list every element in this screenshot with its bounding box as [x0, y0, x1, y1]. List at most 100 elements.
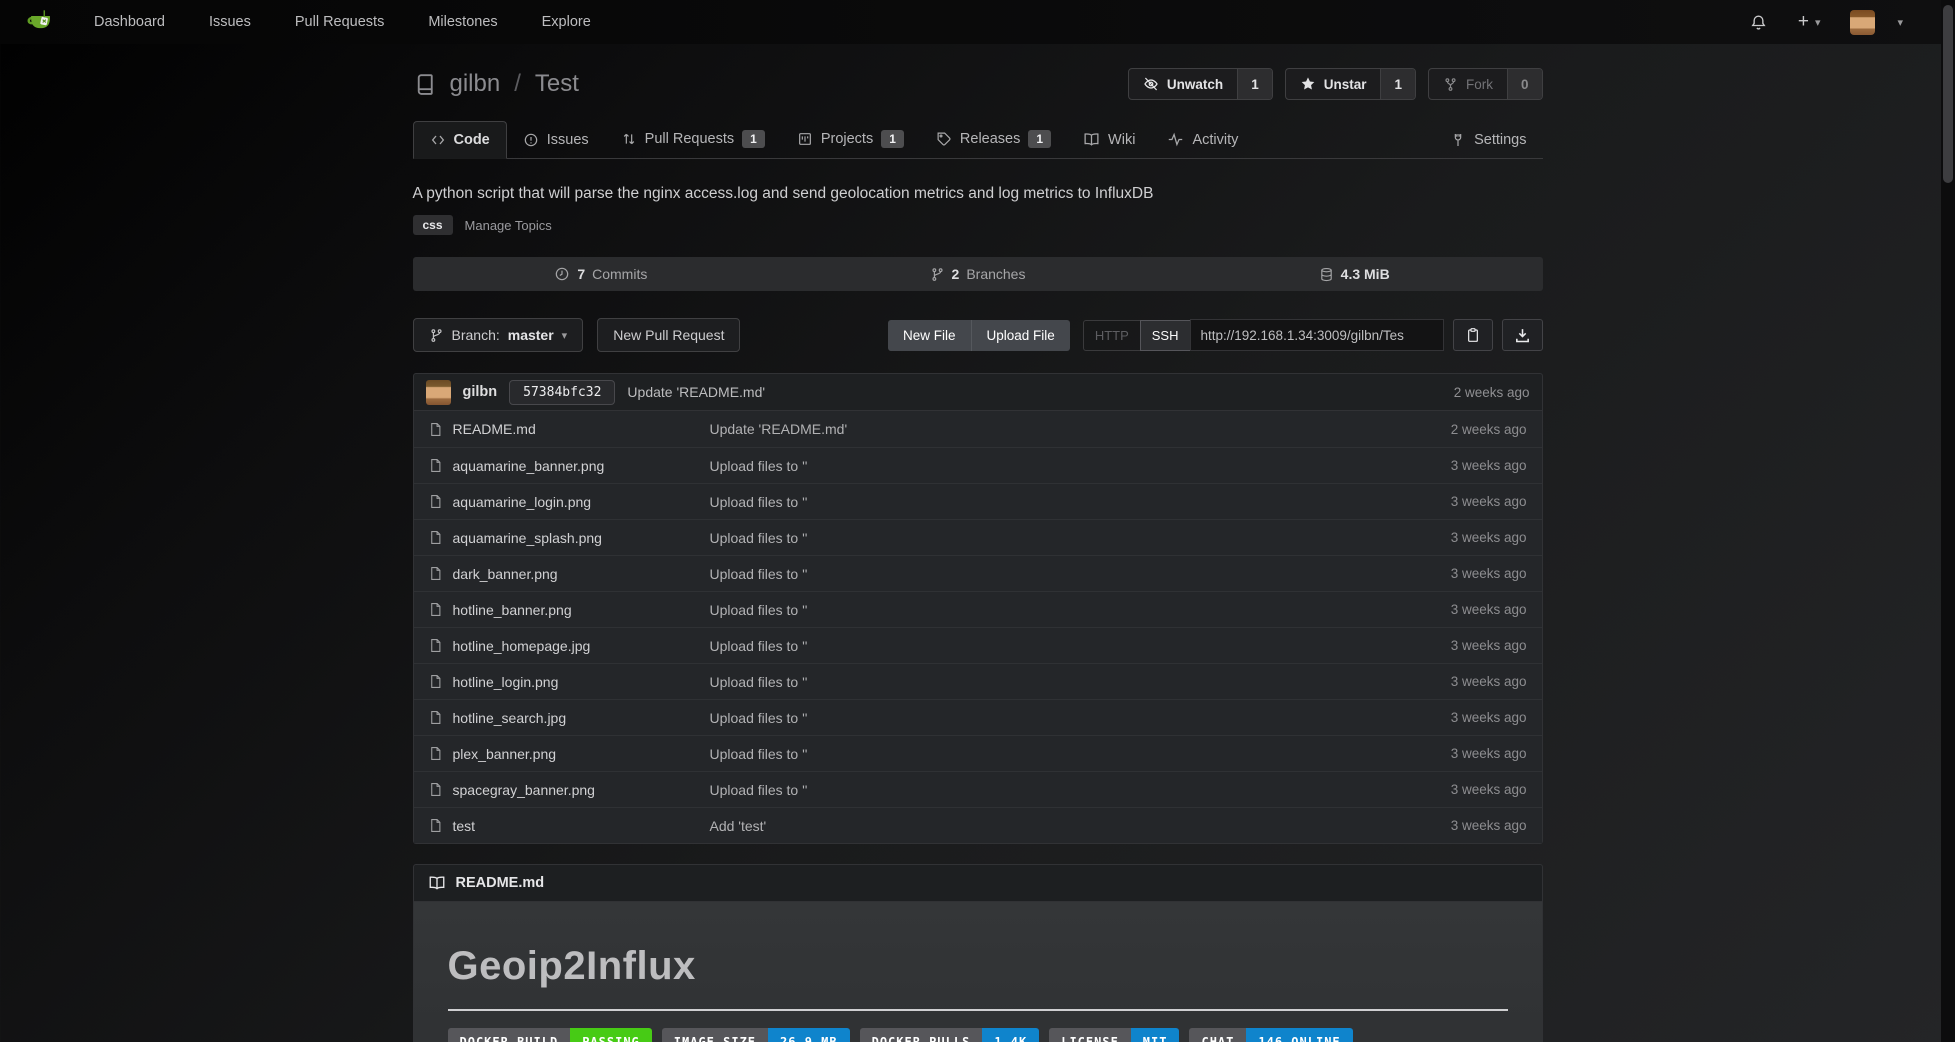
page-scrollbar[interactable]	[1941, 0, 1955, 1042]
unwatch-button[interactable]: Unwatch 1	[1128, 68, 1273, 100]
nav-milestones[interactable]: Milestones	[428, 14, 497, 30]
file-name-link[interactable]: hotline_login.png	[453, 674, 559, 690]
new-pull-request-button[interactable]: New Pull Request	[597, 318, 740, 352]
manage-topics-link[interactable]: Manage Topics	[465, 218, 552, 233]
file-commit-message[interactable]: Upload files to ''	[710, 458, 1451, 474]
file-commit-message[interactable]: Update 'README.md'	[710, 421, 1451, 437]
open-book-icon	[428, 874, 446, 892]
tab-activity[interactable]: Activity	[1151, 121, 1254, 158]
file-name-link[interactable]: test	[453, 818, 476, 834]
nav-pull-requests[interactable]: Pull Requests	[295, 14, 384, 30]
table-row[interactable]: dark_banner.png Upload files to '' 3 wee…	[414, 555, 1542, 591]
repo-name-link[interactable]: Test	[535, 70, 579, 98]
repo-owner-link[interactable]: gilbn	[450, 70, 501, 98]
table-row[interactable]: hotline_homepage.jpg Upload files to '' …	[414, 627, 1542, 663]
file-commit-message[interactable]: Upload files to ''	[710, 530, 1451, 546]
fork-button[interactable]: Fork 0	[1428, 68, 1543, 100]
star-count[interactable]: 1	[1380, 69, 1415, 99]
file-commit-message[interactable]: Upload files to ''	[710, 566, 1451, 582]
branch-icon	[930, 267, 945, 282]
table-row[interactable]: aquamarine_splash.png Upload files to ''…	[414, 519, 1542, 555]
table-row[interactable]: hotline_search.jpg Upload files to '' 3 …	[414, 699, 1542, 735]
badge-value: 146 ONLINE	[1246, 1028, 1352, 1042]
image-size-badge[interactable]: IMAGE SIZE 26.9 MB	[662, 1028, 850, 1042]
commit-message-link[interactable]: Update 'README.md'	[627, 384, 765, 400]
copy-clone-url-button[interactable]	[1453, 319, 1493, 351]
repo-size-stat[interactable]: 4.3 MiB	[1166, 266, 1543, 282]
nav-issues[interactable]: Issues	[209, 14, 251, 30]
chat-badge[interactable]: CHAT 146 ONLINE	[1189, 1028, 1352, 1042]
badge-value: MIT	[1131, 1028, 1180, 1042]
file-name-link[interactable]: aquamarine_splash.png	[453, 530, 602, 546]
license-badge[interactable]: LICENSE MIT	[1049, 1028, 1179, 1042]
http-protocol-button[interactable]: HTTP	[1083, 320, 1141, 351]
nav-dashboard[interactable]: Dashboard	[94, 14, 165, 30]
file-commit-time: 3 weeks ago	[1451, 638, 1542, 653]
file-name-link[interactable]: hotline_banner.png	[453, 602, 572, 618]
notifications-bell-icon[interactable]	[1749, 13, 1768, 32]
branches-stat[interactable]: 2 Branches	[789, 266, 1166, 282]
table-row[interactable]: test Add 'test' 3 weeks ago	[414, 807, 1542, 843]
wrench-icon	[1450, 132, 1466, 148]
user-avatar	[1850, 10, 1875, 35]
table-row[interactable]: aquamarine_login.png Upload files to '' …	[414, 483, 1542, 519]
tab-releases[interactable]: Releases 1	[920, 120, 1067, 158]
file-name-link[interactable]: aquamarine_banner.png	[453, 458, 605, 474]
ssh-protocol-button[interactable]: SSH	[1140, 320, 1191, 351]
file-name-link[interactable]: aquamarine_login.png	[453, 494, 592, 510]
table-row[interactable]: README.md Update 'README.md' 2 weeks ago	[414, 411, 1542, 447]
unstar-button[interactable]: Unstar 1	[1285, 68, 1416, 100]
readme-header-title: README.md	[456, 875, 545, 891]
file-commit-message[interactable]: Upload files to ''	[710, 782, 1451, 798]
new-file-button[interactable]: New File	[888, 320, 971, 351]
table-row[interactable]: hotline_banner.png Upload files to '' 3 …	[414, 591, 1542, 627]
commits-stat[interactable]: 7 Commits	[413, 266, 790, 282]
table-row[interactable]: hotline_login.png Upload files to '' 3 w…	[414, 663, 1542, 699]
file-name-link[interactable]: hotline_homepage.jpg	[453, 638, 591, 654]
file-name-link[interactable]: spacegray_banner.png	[453, 782, 595, 798]
file-name-link[interactable]: README.md	[453, 421, 536, 437]
tab-code[interactable]: Code	[413, 121, 507, 159]
file-commit-message[interactable]: Upload files to ''	[710, 494, 1451, 510]
file-icon	[428, 494, 443, 509]
docker-pulls-badge[interactable]: DOCKER PULLS 1.4K	[860, 1028, 1040, 1042]
file-name-link[interactable]: hotline_search.jpg	[453, 710, 567, 726]
create-new-dropdown[interactable]: + ▾	[1798, 11, 1821, 33]
navbar-right-group: + ▾ ▾	[1749, 10, 1929, 35]
file-commit-message[interactable]: Upload files to ''	[710, 638, 1451, 654]
file-commit-message[interactable]: Upload files to ''	[710, 710, 1451, 726]
nav-explore[interactable]: Explore	[542, 14, 591, 30]
watch-count[interactable]: 1	[1237, 69, 1272, 99]
commit-author-avatar[interactable]	[426, 380, 451, 405]
table-row[interactable]: spacegray_banner.png Upload files to '' …	[414, 771, 1542, 807]
tab-settings[interactable]: Settings	[1434, 122, 1542, 158]
gitea-logo-icon[interactable]	[26, 9, 56, 36]
table-row[interactable]: plex_banner.png Upload files to '' 3 wee…	[414, 735, 1542, 771]
file-name-link[interactable]: plex_banner.png	[453, 746, 557, 762]
tab-pull-requests[interactable]: Pull Requests 1	[605, 120, 781, 158]
scrollbar-thumb[interactable]	[1943, 5, 1953, 183]
tab-projects[interactable]: Projects 1	[781, 120, 920, 158]
file-name-link[interactable]: dark_banner.png	[453, 566, 558, 582]
branch-selector[interactable]: Branch: master ▾	[413, 318, 584, 352]
commit-sha-button[interactable]: 57384bfc32	[509, 380, 615, 405]
tab-issues[interactable]: Issues	[507, 122, 605, 158]
clone-url-input[interactable]	[1190, 319, 1444, 351]
readme-badges: DOCKER BUILD PASSING IMAGE SIZE 26.9 MB …	[448, 1028, 1508, 1042]
file-commit-message[interactable]: Upload files to ''	[710, 674, 1451, 690]
upload-file-button[interactable]: Upload File	[971, 320, 1070, 351]
docker-build-badge[interactable]: DOCKER BUILD PASSING	[448, 1028, 652, 1042]
file-commit-message[interactable]: Upload files to ''	[710, 746, 1451, 762]
user-menu-dropdown[interactable]: ▾	[1850, 10, 1903, 35]
commits-count: 7	[577, 266, 585, 282]
download-archive-button[interactable]	[1502, 319, 1543, 351]
file-commit-time: 3 weeks ago	[1451, 710, 1542, 725]
tab-wiki[interactable]: Wiki	[1067, 121, 1151, 158]
file-commit-message[interactable]: Add 'test'	[710, 818, 1451, 834]
file-commit-message[interactable]: Upload files to ''	[710, 602, 1451, 618]
commit-author-name[interactable]: gilbn	[463, 384, 498, 400]
table-row[interactable]: aquamarine_banner.png Upload files to ''…	[414, 447, 1542, 483]
topic-css[interactable]: css	[413, 215, 453, 235]
fork-count[interactable]: 0	[1507, 69, 1542, 99]
file-icon	[428, 674, 443, 689]
